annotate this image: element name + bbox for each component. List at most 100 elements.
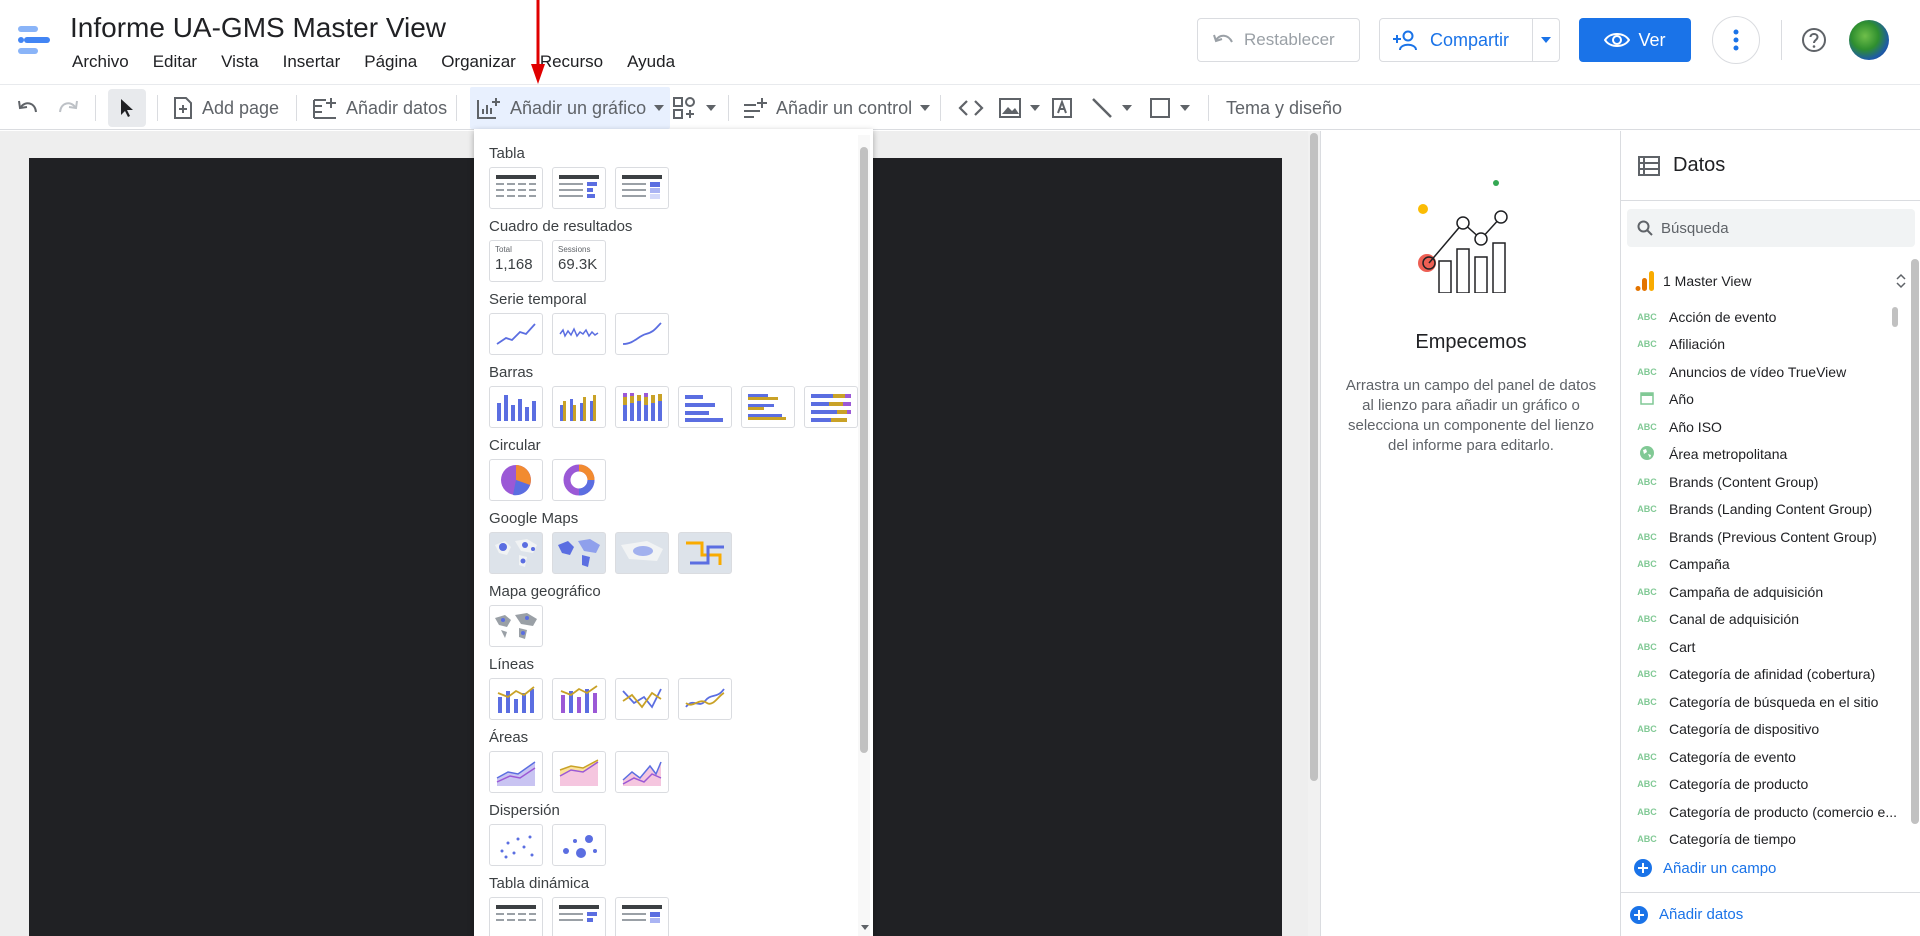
add-control-button[interactable]: Añadir un control bbox=[742, 85, 931, 131]
add-data-toolbar-button[interactable]: Añadir datos bbox=[312, 85, 447, 131]
chart-menu-scrollbar[interactable] bbox=[858, 135, 870, 936]
field-item[interactable]: ABC Canal de adquisición bbox=[1621, 606, 1901, 634]
theme-layout-button[interactable]: Tema y diseño bbox=[1226, 85, 1342, 131]
add-field-button[interactable]: Añadir un campo bbox=[1633, 858, 1776, 878]
chart-option-time-series[interactable] bbox=[489, 313, 543, 355]
chart-option-pivot-table-heatmap[interactable] bbox=[615, 897, 669, 936]
share-button[interactable]: Compartir bbox=[1379, 18, 1560, 62]
field-item[interactable]: ABC Categoría de tiempo bbox=[1621, 826, 1901, 854]
chart-option-table[interactable] bbox=[489, 167, 543, 209]
bubble-map-icon bbox=[495, 539, 537, 567]
field-item[interactable]: ABC Cart bbox=[1621, 633, 1901, 661]
field-item[interactable]: ABC Categoría de producto (comercio e... bbox=[1621, 798, 1901, 826]
field-item[interactable]: Año bbox=[1621, 386, 1901, 414]
field-item[interactable]: ABC Brands (Previous Content Group) bbox=[1621, 523, 1901, 551]
insert-line-button[interactable] bbox=[1090, 85, 1132, 131]
menu-archivo[interactable]: Archivo bbox=[72, 52, 129, 72]
insert-image-button[interactable] bbox=[998, 85, 1040, 131]
field-item[interactable]: ABC Anuncios de vídeo TrueView bbox=[1621, 358, 1901, 386]
field-list-scrollbar[interactable] bbox=[1890, 303, 1900, 863]
chart-option-table-heatmap[interactable] bbox=[615, 167, 669, 209]
embed-url-button[interactable] bbox=[958, 85, 984, 131]
scroll-down-arrow-icon[interactable] bbox=[860, 924, 870, 932]
field-item[interactable]: ABC Brands (Content Group) bbox=[1621, 468, 1901, 496]
share-dropdown-caret-icon[interactable] bbox=[1533, 37, 1559, 43]
chart-option-percent-area[interactable] bbox=[615, 751, 669, 793]
reset-button[interactable]: Restablecer bbox=[1197, 18, 1360, 62]
chart-option-column[interactable] bbox=[489, 386, 543, 428]
chart-option-combo[interactable] bbox=[489, 678, 543, 720]
field-item[interactable]: ABC Acción de evento bbox=[1621, 303, 1901, 331]
data-panel-scrollbar-thumb[interactable] bbox=[1911, 259, 1919, 824]
chart-option-table-bars[interactable] bbox=[552, 167, 606, 209]
field-search-input[interactable]: Búsqueda bbox=[1627, 209, 1915, 247]
menu-vista[interactable]: Vista bbox=[221, 52, 259, 72]
data-list-icon bbox=[1638, 155, 1660, 176]
field-item[interactable]: ABC Categoría de producto bbox=[1621, 771, 1901, 799]
field-item[interactable]: ABC Categoría de dispositivo bbox=[1621, 716, 1901, 744]
chart-option-smoothed-time-series[interactable] bbox=[615, 313, 669, 355]
report-title[interactable]: Informe UA-GMS Master View bbox=[70, 12, 446, 44]
help-icon[interactable] bbox=[1800, 26, 1828, 54]
field-item[interactable]: ABC Campaña de adquisición bbox=[1621, 578, 1901, 606]
chart-option-heatmap-map[interactable] bbox=[615, 532, 669, 574]
community-visualizations-button[interactable] bbox=[672, 85, 716, 131]
more-options-button[interactable] bbox=[1712, 16, 1760, 64]
field-item[interactable]: ABC Categoría de búsqueda en el sitio bbox=[1621, 688, 1901, 716]
chart-option-area[interactable] bbox=[489, 751, 543, 793]
data-source-header[interactable]: 1 Master View bbox=[1621, 259, 1920, 303]
add-page-button[interactable]: Add page bbox=[172, 85, 279, 131]
canvas-scrollbar-thumb[interactable] bbox=[1310, 133, 1318, 781]
chart-menu-scrollbar-thumb[interactable] bbox=[860, 147, 868, 753]
chart-option-bar[interactable] bbox=[678, 386, 732, 428]
field-item[interactable]: ABC Campaña bbox=[1621, 551, 1901, 579]
chart-option-grouped-bar[interactable] bbox=[741, 386, 795, 428]
menu-insertar[interactable]: Insertar bbox=[283, 52, 341, 72]
chart-option-bubble[interactable] bbox=[552, 824, 606, 866]
chart-option-smoothed-line[interactable] bbox=[678, 678, 732, 720]
field-item[interactable]: ABC Afiliación bbox=[1621, 331, 1901, 359]
field-item[interactable]: ABC Categoría de afinidad (cobertura) bbox=[1621, 661, 1901, 689]
chart-option-pie[interactable] bbox=[489, 459, 543, 501]
menu-ayuda[interactable]: Ayuda bbox=[627, 52, 675, 72]
data-panel-scrollbar[interactable] bbox=[1909, 259, 1919, 824]
add-data-panel-button[interactable]: Añadir datos bbox=[1621, 892, 1920, 936]
menu-organizar[interactable]: Organizar bbox=[441, 52, 516, 72]
redo-button[interactable] bbox=[56, 85, 80, 131]
chart-option-sparkline[interactable] bbox=[552, 313, 606, 355]
insert-shape-button[interactable] bbox=[1148, 85, 1190, 131]
collapse-chevron-icon[interactable] bbox=[1895, 273, 1907, 289]
looker-studio-logo-icon[interactable] bbox=[16, 20, 56, 60]
chart-option-stacked-area[interactable] bbox=[552, 751, 606, 793]
chart-option-stacked-combo[interactable] bbox=[552, 678, 606, 720]
canvas-scrollbar[interactable] bbox=[1308, 131, 1320, 936]
field-item[interactable]: ABC Brands (Landing Content Group) bbox=[1621, 496, 1901, 524]
menu-recurso[interactable]: Recurso bbox=[540, 52, 603, 72]
chart-option-donut[interactable] bbox=[552, 459, 606, 501]
field-item[interactable]: Área metropolitana bbox=[1621, 441, 1901, 469]
chart-option-scorecard[interactable]: Total 1,168 bbox=[489, 240, 543, 282]
chart-option-scatter[interactable] bbox=[489, 824, 543, 866]
menu-pagina[interactable]: Página bbox=[364, 52, 417, 72]
select-tool-button[interactable] bbox=[108, 89, 146, 127]
insert-text-button[interactable] bbox=[1050, 85, 1074, 131]
chart-option-grouped-column[interactable] bbox=[552, 386, 606, 428]
chart-option-line[interactable] bbox=[615, 678, 669, 720]
user-avatar[interactable] bbox=[1849, 20, 1889, 60]
field-item[interactable]: ABC Categoría de evento bbox=[1621, 743, 1901, 771]
add-chart-button[interactable]: Añadir un gráfico bbox=[470, 87, 671, 129]
field-item[interactable]: ABC Año ISO bbox=[1621, 413, 1901, 441]
chart-option-geo-map[interactable] bbox=[489, 605, 543, 647]
chart-option-stacked-bar[interactable] bbox=[804, 386, 858, 428]
menu-editar[interactable]: Editar bbox=[153, 52, 197, 72]
chart-option-stacked-column[interactable] bbox=[615, 386, 669, 428]
chart-option-pivot-table-bars[interactable] bbox=[552, 897, 606, 936]
chart-option-pivot-table[interactable] bbox=[489, 897, 543, 936]
chart-option-filled-map[interactable] bbox=[552, 532, 606, 574]
view-button[interactable]: Ver bbox=[1579, 18, 1691, 62]
undo-button[interactable] bbox=[16, 85, 40, 131]
field-list-scrollbar-thumb[interactable] bbox=[1892, 307, 1898, 327]
chart-option-line-map[interactable] bbox=[678, 532, 732, 574]
chart-option-scorecard-compact[interactable]: Sessions 69.3K bbox=[552, 240, 606, 282]
chart-option-bubble-map[interactable] bbox=[489, 532, 543, 574]
